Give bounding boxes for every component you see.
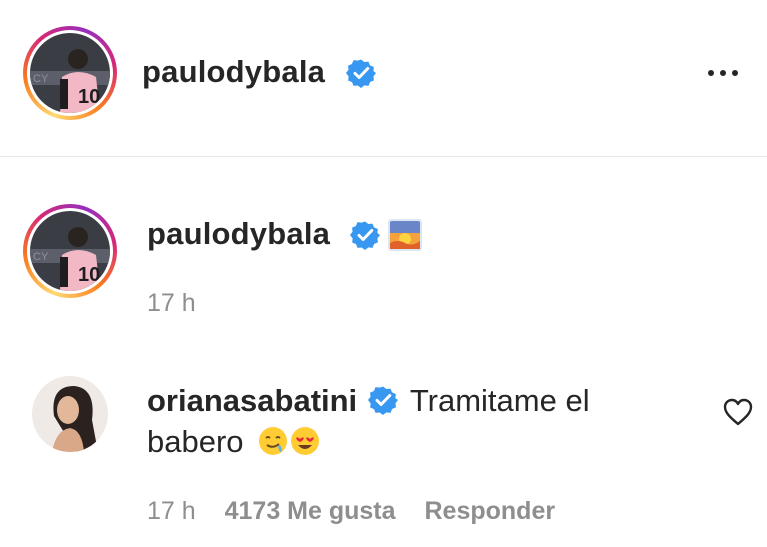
caption-time: 17 h [147,289,196,317]
caption-username[interactable]: paulodybala [147,216,330,252]
comment-time: 17 h [147,497,196,525]
comment-text-line2: babero [147,424,244,459]
commenter-username[interactable]: orianasabatini [147,383,357,418]
player-photo-icon: CY 10 [30,33,110,113]
divider [0,156,767,157]
svg-text:CY: CY [33,73,49,85]
avatar: CY 10 [30,211,110,291]
header-avatar-ring[interactable]: CY 10 [23,26,117,120]
svg-text:CY: CY [33,251,49,263]
sunrise-emoji [388,219,422,251]
heart-eyes-emoji [291,427,320,455]
comment-body: orianasabatini Tramitame el babero [147,380,707,462]
caption-avatar-ring[interactable]: CY 10 [23,204,117,298]
more-options-icon[interactable] [708,70,738,76]
verified-badge-icon [346,59,376,88]
header-username[interactable]: paulodybala [142,54,325,90]
avatar: CY 10 [30,33,110,113]
comment-text-line1: Tramitame el [409,383,590,418]
svg-text:10: 10 [78,264,100,286]
drooling-face-emoji [259,427,288,455]
heart-outline-icon[interactable] [723,398,753,426]
verified-badge-icon [350,221,380,250]
woman-photo-icon [32,376,108,452]
player-photo-icon: CY 10 [30,211,110,291]
verified-badge-icon [367,386,398,415]
likes-count[interactable]: 4173 Me gusta [225,497,396,525]
commenter-avatar[interactable] [32,376,108,452]
reply-button[interactable]: Responder [425,497,556,525]
svg-text:10: 10 [78,86,100,108]
comment-meta: 17 h 4173 Me gusta Responder [147,497,555,526]
